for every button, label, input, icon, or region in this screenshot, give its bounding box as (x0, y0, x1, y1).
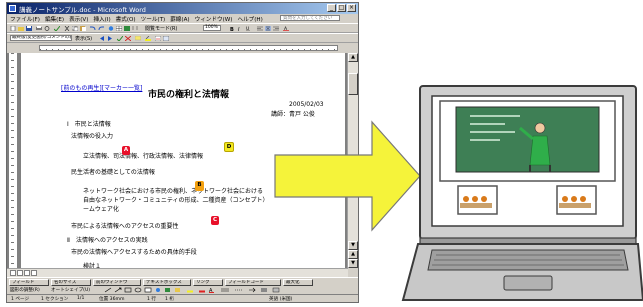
right-arrow-icon (274, 120, 421, 232)
illustration (274, 85, 643, 301)
laptop-icon (401, 85, 643, 301)
